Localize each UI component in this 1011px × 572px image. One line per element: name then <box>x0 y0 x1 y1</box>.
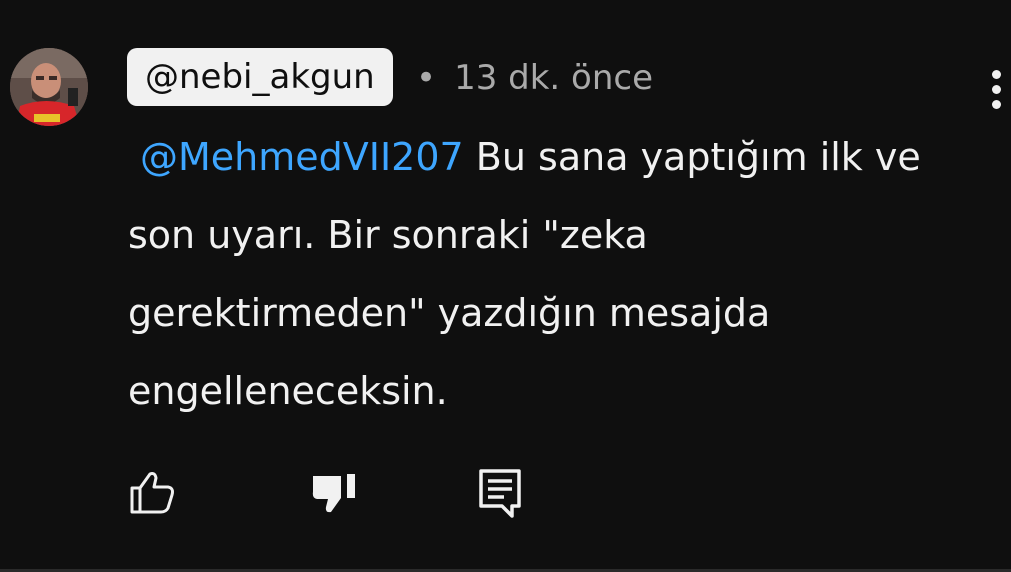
comment-timestamp: 13 dk. önce <box>454 58 653 98</box>
thumb-up-outline-icon <box>130 472 174 514</box>
thumb-down-filled-icon <box>312 474 355 513</box>
more-vertical-icon[interactable] <box>984 70 1008 110</box>
avatar[interactable] <box>10 48 88 126</box>
comment-thread: @nebi_akgun • 13 dk. önce @MehmedVII207 B… <box>0 0 1011 572</box>
author-name-chip[interactable]: @nebi_akgun <box>127 48 393 106</box>
dislike-button[interactable] <box>309 466 361 518</box>
comment-reply-icon <box>479 469 521 518</box>
avatar-image <box>10 48 88 126</box>
meta-separator: • <box>416 58 437 98</box>
comment-meta: • 13 dk. önce <box>416 56 653 100</box>
mention-link[interactable]: @MehmedVII207 <box>140 135 464 179</box>
comment-text: @MehmedVII207 Bu sana yaptığım ilk ve so… <box>128 118 948 430</box>
like-button[interactable] <box>126 466 178 518</box>
reply-button[interactable] <box>474 466 526 518</box>
